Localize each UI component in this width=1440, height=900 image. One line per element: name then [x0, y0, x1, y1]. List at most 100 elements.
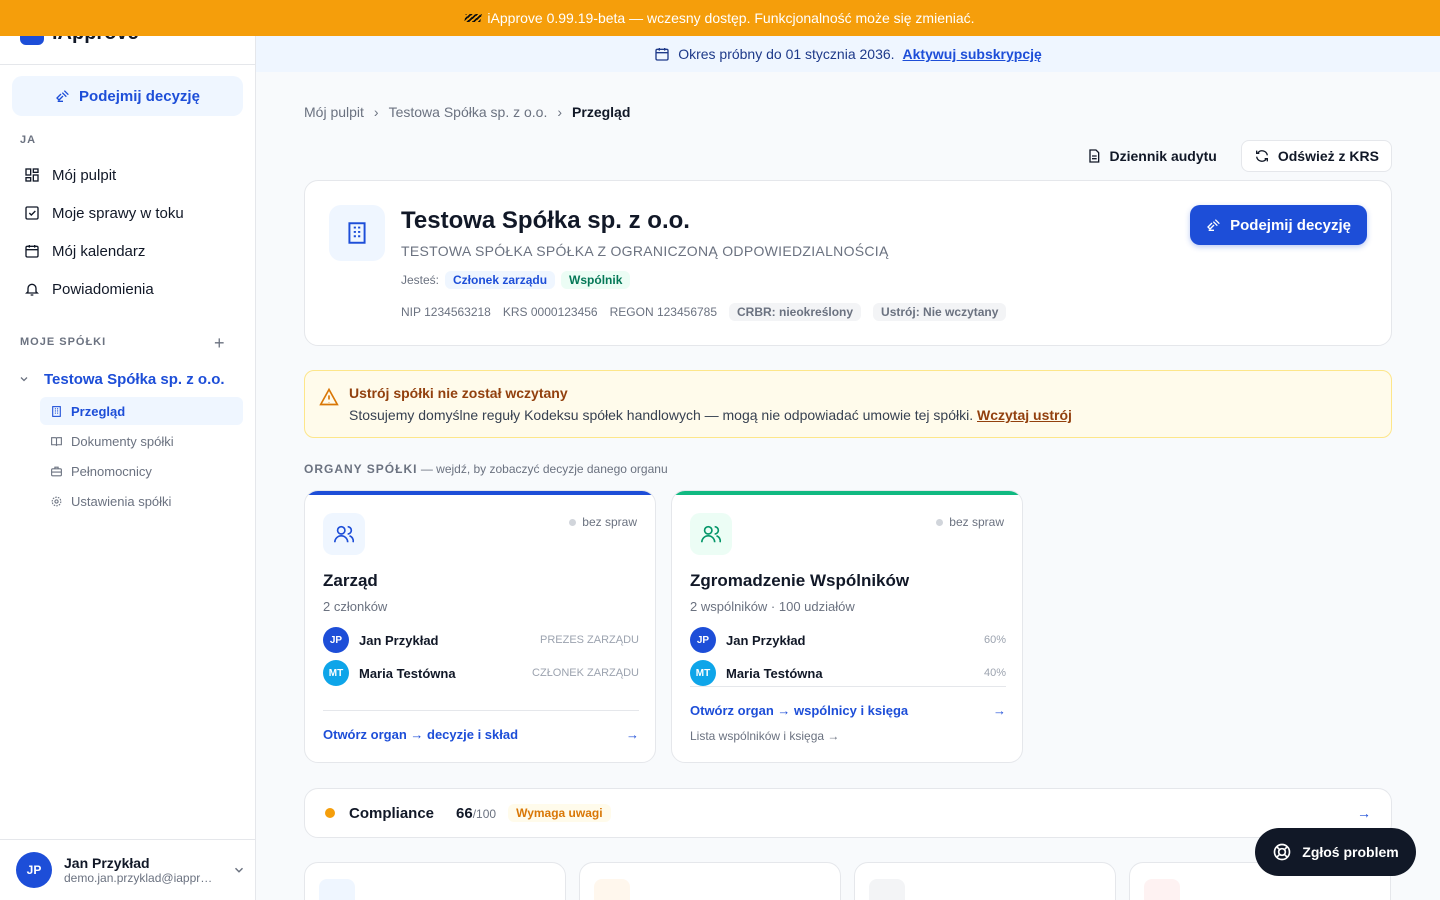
warning-triangle-icon — [319, 387, 339, 406]
arrow-right-icon: → — [1357, 805, 1371, 821]
chevron-right-icon: › — [373, 104, 379, 120]
open-organ-link[interactable]: Otwórz organ → decyzje i skład → — [323, 727, 639, 742]
sidebar-item-notifications[interactable]: Powiadomienia — [12, 272, 243, 306]
sidebar-item-label: Dokumenty spółki — [71, 433, 174, 449]
organ-title: Zgromadzenie Wspólników — [690, 571, 910, 590]
organ-accent-bar — [305, 491, 655, 495]
decide-button[interactable]: Podejmij decyzję — [1190, 205, 1367, 245]
sidebar-item-dashboard[interactable]: Mój pulpit — [12, 158, 243, 192]
company-full-name: TESTOWA SPÓŁKA SPÓŁKA Z OGRANICZONĄ ODPO… — [401, 243, 889, 259]
sidebar-item-label: Przegląd — [71, 403, 126, 419]
open-organ-label: Otwórz organ → decyzje i skład — [323, 727, 519, 742]
sidebar-item-calendar[interactable]: Mój kalendarz — [12, 234, 243, 268]
member-name: Jan Przykład — [359, 632, 439, 648]
sidebar-item-label: Ustawienia spółki — [71, 493, 172, 509]
avatar: MT — [690, 660, 716, 686]
add-company-plus-icon[interactable]: + — [214, 333, 225, 354]
avatar: JP — [323, 627, 349, 653]
refresh-krs-button[interactable]: Odśwież z KRS — [1240, 140, 1392, 172]
sidebar-item-label: Mój pulpit — [52, 166, 117, 184]
quick-card-documents[interactable] — [304, 862, 566, 900]
trial-text: Okres próbny do 01 stycznia 2036. — [678, 46, 895, 62]
activate-subscription-link[interactable]: Aktywuj subskrypcję — [903, 46, 1042, 62]
bell-icon — [25, 283, 39, 296]
audit-log-button[interactable]: Dziennik audytu — [1074, 140, 1229, 172]
compliance-label: Compliance — [349, 804, 435, 822]
compliance-card[interactable]: Compliance 66/100 Wymaga uwagi → — [304, 788, 1392, 838]
status-dot-icon — [569, 518, 577, 526]
page-actions: Dziennik audytu Odśwież z KRS — [1074, 140, 1392, 172]
user-roles: Jesteś: Członek zarządu Wspólnik — [401, 271, 631, 289]
section-label-me: JA — [20, 134, 37, 146]
sidebar-item-overview[interactable]: Przegląd — [40, 397, 243, 425]
calendar-icon — [25, 245, 39, 258]
company-header-card: Testowa Spółka sp. z o.o. TESTOWA SPÓŁKA… — [304, 180, 1392, 346]
refresh-icon — [1255, 150, 1268, 162]
organs-title: ORGANY SPÓŁKI — [304, 462, 418, 476]
quick-card-calendar[interactable] — [579, 862, 841, 900]
user-menu[interactable]: JP Jan Przykład demo.jan.przyklad@iappro… — [16, 852, 246, 888]
divider — [323, 710, 639, 711]
dashboard-icon — [25, 168, 39, 182]
gavel-icon — [56, 90, 69, 102]
organ-status: bez spraw — [569, 515, 637, 529]
sidebar-item-label: Pełnomocnicy — [71, 463, 152, 479]
report-problem-button[interactable]: Zgłoś problem — [1255, 828, 1416, 876]
chevron-down-icon — [20, 377, 28, 382]
gavel-icon — [1207, 219, 1220, 231]
sidebar-item-cases[interactable]: Moje sprawy w toku — [12, 196, 243, 230]
sidebar-company-toggle[interactable]: Testowa Spółka sp. z o.o. — [12, 366, 243, 392]
nip-value: NIP 1234563218 — [401, 305, 491, 319]
sidebar-item-settings[interactable]: Ustawienia spółki — [40, 487, 243, 515]
sidebar-item-label: Powiadomienia — [52, 280, 154, 298]
compliance-score-max: /100 — [472, 806, 497, 821]
organ-card-assembly[interactable]: bez spraw Zgromadzenie Wspólników 2 wspó… — [671, 490, 1023, 763]
report-problem-label: Zgłoś problem — [1302, 844, 1399, 860]
beta-banner: iApprove 0.99.19-beta — wczesny dostęp. … — [0, 0, 1440, 36]
role-badge: Członek zarządu — [445, 271, 556, 289]
breadcrumb-company[interactable]: Testowa Spółka sp. z o.o. — [389, 104, 548, 120]
user-name: Jan Przykład — [64, 855, 150, 871]
member-role: CZŁONEK ZARZĄDU — [532, 667, 639, 679]
divider — [0, 64, 255, 65]
company-avatar — [329, 205, 385, 261]
regon-value: REGON 123456785 — [609, 305, 718, 319]
sidebar-item-proxies[interactable]: Pełnomocnicy — [40, 457, 243, 485]
shareholders-list-link[interactable]: Lista wspólników i księga → — [690, 729, 839, 743]
breadcrumb-current: Przegląd — [572, 104, 631, 120]
breadcrumb: Mój pulpit › Testowa Spółka sp. z o.o. ›… — [304, 104, 630, 120]
organ-icon-box — [690, 513, 732, 555]
member-row: JP Jan Przykład 60% — [690, 627, 1006, 653]
role-badge: Wspólnik — [561, 271, 631, 289]
status-dot-icon — [936, 518, 944, 526]
open-organ-link[interactable]: Otwórz organ → wspólnicy i księga → — [690, 703, 1006, 718]
member-row: MT Maria Testówna CZŁONEK ZARZĄDU — [323, 660, 639, 686]
organ-subtitle: 2 członków — [323, 599, 388, 614]
calendar-clock-icon — [655, 48, 669, 61]
load-ustroj-link[interactable]: Wczytaj ustrój — [977, 407, 1072, 423]
sidebar-item-documents[interactable]: Dokumenty spółki — [40, 427, 243, 455]
briefcase-icon — [51, 466, 62, 476]
organ-status: bez spraw — [936, 515, 1004, 529]
breadcrumb-dashboard[interactable]: Mój pulpit — [304, 104, 364, 120]
chevron-right-icon: › — [557, 104, 563, 120]
company-identifiers: NIP 1234563218 KRS 0000123456 REGON 1234… — [401, 303, 1007, 321]
sidebar-decide-label: Podejmij decyzję — [79, 87, 200, 105]
member-name: Maria Testówna — [726, 665, 823, 681]
organ-title: Zarząd — [323, 571, 378, 590]
ustroj-badge: Ustrój: Nie wczytany — [873, 303, 1007, 321]
ustroj-warning: Ustrój spółki nie został wczytany Stosuj… — [304, 370, 1392, 438]
calendar-icon — [594, 879, 630, 900]
document-icon — [319, 879, 355, 900]
avatar: JP — [690, 627, 716, 653]
member-row: JP Jan Przykład PREZES ZARZĄDU — [323, 627, 639, 653]
compliance-score-value: 66 — [456, 804, 473, 822]
beta-banner-text: iApprove 0.99.19-beta — wczesny dostęp. … — [487, 10, 975, 26]
decide-button-label: Podejmij decyzję — [1230, 216, 1351, 234]
sidebar-decide-button[interactable]: Podejmij decyzję — [12, 76, 243, 116]
quick-card-register[interactable] — [854, 862, 1116, 900]
avatar: JP — [16, 852, 52, 888]
organ-card-board[interactable]: bez spraw Zarząd 2 członków JP Jan Przyk… — [304, 490, 656, 763]
compliance-badge: Wymaga uwagi — [508, 804, 611, 822]
member-name: Jan Przykład — [726, 632, 806, 648]
